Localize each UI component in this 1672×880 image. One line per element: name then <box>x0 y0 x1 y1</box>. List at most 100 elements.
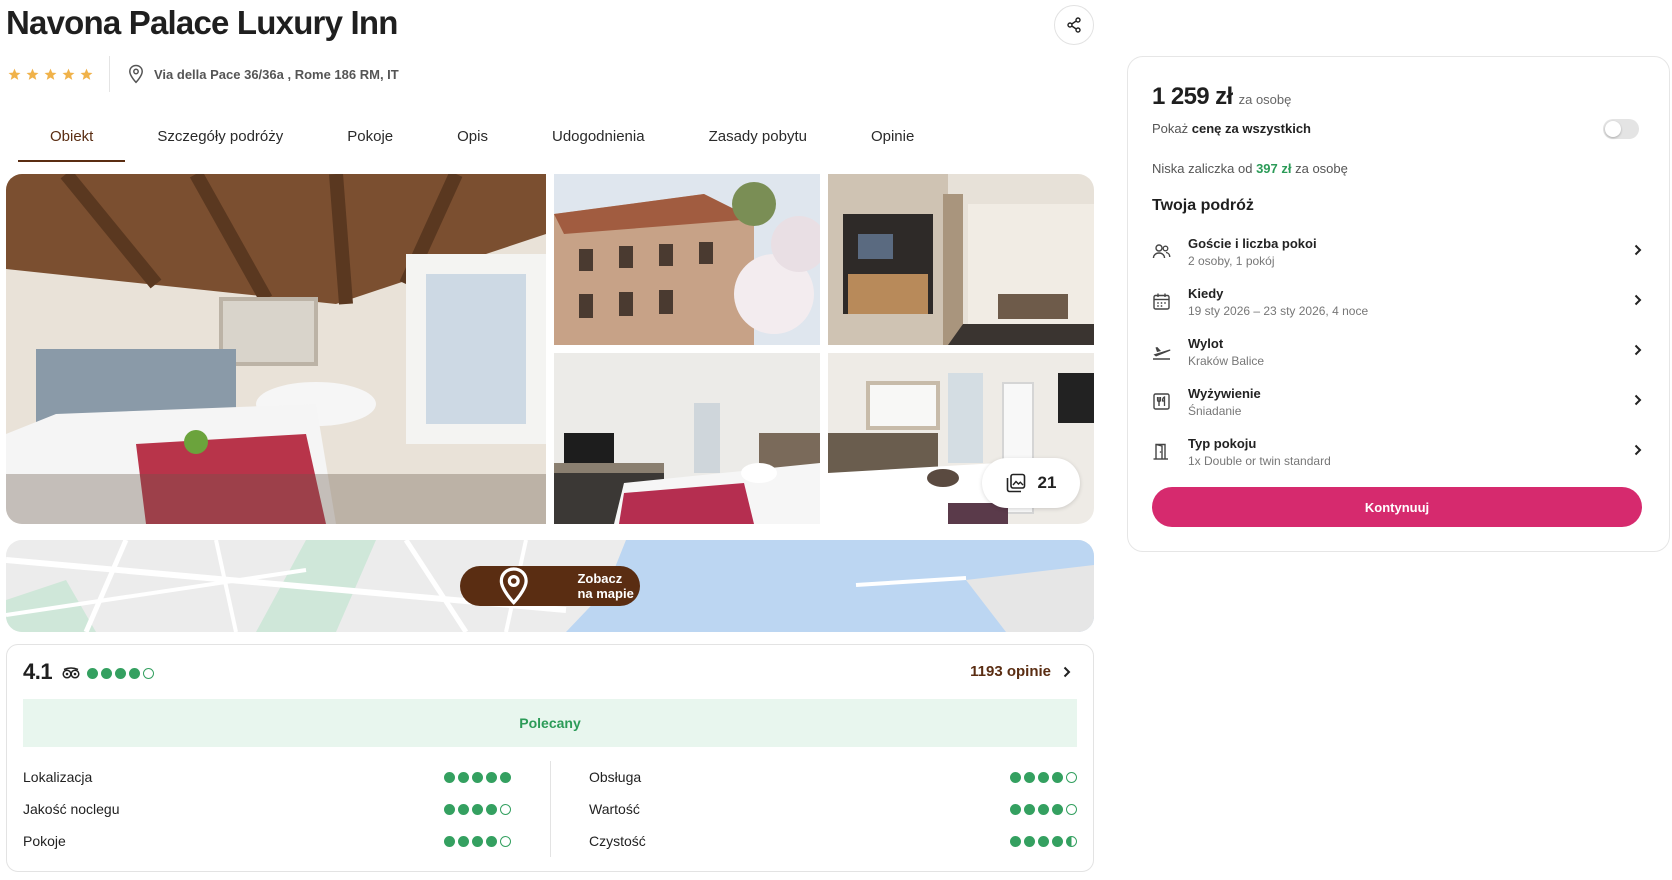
address: Via della Pace 36/36a , Rome 186 RM, IT <box>110 64 399 84</box>
review-category-row: Jakość noclegu <box>23 793 511 825</box>
rating-dot <box>1066 803 1077 815</box>
rating-dot <box>1024 835 1035 847</box>
price-suffix: za osobę <box>1238 92 1292 107</box>
rating-dot <box>1052 803 1063 815</box>
all-reviews-link[interactable]: 1193 opinie <box>970 663 1071 680</box>
review-category-dots <box>444 835 511 847</box>
photo-gallery: 21 <box>6 174 1094 524</box>
all-photos-button[interactable]: 21 <box>982 458 1080 508</box>
section-tabs: Obiekt Szczegóły podróży Pokoje Opis Udogodn… <box>18 120 946 162</box>
review-score: 4.1 <box>23 659 53 684</box>
review-count: 1193 opinie <box>970 663 1051 680</box>
review-category-dots <box>1010 835 1077 847</box>
tab-3[interactable]: Opis <box>425 120 520 162</box>
rating-dot <box>115 667 126 679</box>
rating-dot <box>486 835 497 847</box>
total-price-toggle[interactable] <box>1603 119 1639 139</box>
rating-dot <box>472 771 483 783</box>
building-exterior-photo[interactable] <box>554 174 820 345</box>
trip-item-icon-wrap <box>1152 342 1188 362</box>
price: 1 259 zł <box>1152 83 1233 110</box>
deposit-info: Niska zaliczka od 397 zł za osobę <box>1152 161 1348 176</box>
chevron-right-icon <box>1634 444 1642 456</box>
trip-item-subtitle: 19 sty 2026 – 23 sty 2026, 4 noce <box>1188 304 1369 318</box>
rating-dot <box>500 771 511 783</box>
star-icon <box>44 68 57 80</box>
reviews-summary: 4.1 1193 opinie Polecany Lokalizacja Jako… <box>6 644 1094 872</box>
page-title: Navona Palace Luxury Inn <box>6 4 398 41</box>
rating-dot <box>458 771 469 783</box>
rating-dot <box>1010 835 1021 847</box>
chevron-right-icon <box>1634 394 1642 406</box>
rating-dot <box>444 771 455 783</box>
review-category-label: Wartość <box>589 801 640 817</box>
rating-dot <box>101 667 112 679</box>
lobby-photo[interactable] <box>828 174 1094 345</box>
star-icon <box>62 68 75 80</box>
rating-dot <box>472 835 483 847</box>
trip-item-subtitle: Kraków Balice <box>1188 354 1265 368</box>
rating-dot <box>129 667 140 679</box>
hotel-room-photo[interactable] <box>6 174 546 524</box>
deposit-prefix: Niska zaliczka od <box>1152 161 1253 176</box>
tab-1[interactable]: Szczegóły podróży <box>125 120 315 162</box>
rating-dot <box>87 667 98 679</box>
bedroom-photo[interactable] <box>554 353 820 524</box>
guests-icon <box>1152 244 1171 259</box>
trip-item-icon-wrap <box>1152 242 1188 262</box>
trip-item-icon-wrap <box>1152 392 1188 412</box>
recommended-banner: Polecany <box>23 699 1077 747</box>
tab-4[interactable]: Udogodnienia <box>520 120 677 162</box>
review-category-row: Obsługa <box>589 761 1077 793</box>
review-category-label: Pokoje <box>23 833 66 849</box>
trip-item-2[interactable]: Wylot Kraków Balice <box>1152 327 1642 377</box>
review-category-label: Czystość <box>589 833 646 849</box>
review-category-dots <box>444 803 511 815</box>
show-total-prefix: Pokaż <box>1152 121 1189 136</box>
chevron-right-icon <box>1634 244 1642 256</box>
trip-item-subtitle: 2 osoby, 1 pokój <box>1188 254 1275 268</box>
show-map-button[interactable]: Zobacz na mapie <box>460 566 640 606</box>
divider <box>550 761 551 857</box>
trip-item-4[interactable]: Typ pokoju 1x Double or twin standard <box>1152 427 1642 477</box>
trip-item-0[interactable]: Goście i liczba pokoi 2 osoby, 1 pokój <box>1152 227 1642 277</box>
star-rating <box>8 56 110 92</box>
rating-dot <box>1038 835 1049 847</box>
rating-dot <box>1052 835 1063 847</box>
review-category-dots <box>1010 803 1077 815</box>
chevron-right-icon <box>1634 344 1642 356</box>
tripadvisor-dots <box>87 667 154 679</box>
tab-0[interactable]: Obiekt <box>18 120 126 162</box>
booking-panel: 1 259 zł za osobę Pokaż cenę za wszystki… <box>1127 56 1670 552</box>
rating-dot <box>1066 835 1077 847</box>
hotel-details: Navona Palace Luxury Inn Via della Pace … <box>0 0 1100 880</box>
trip-item-1[interactable]: Kiedy 19 sty 2026 – 23 sty 2026, 4 noce <box>1152 277 1642 327</box>
trip-item-text: Goście i liczba pokoi 2 osoby, 1 pokój <box>1188 236 1317 268</box>
trip-item-icon-wrap <box>1152 292 1188 312</box>
share-button[interactable] <box>1054 5 1094 45</box>
map-preview[interactable]: Zobacz na mapie <box>6 540 1094 632</box>
deposit-amount: 397 zł <box>1256 161 1292 176</box>
chevron-right-icon <box>1634 294 1642 306</box>
plane-icon <box>1153 347 1171 360</box>
review-category-row: Pokoje <box>23 825 511 857</box>
review-category-dots <box>1010 771 1077 783</box>
rating-dot <box>1038 771 1049 783</box>
location-pin-icon <box>129 64 143 84</box>
address-text: Via della Pace 36/36a , Rome 186 RM, IT <box>154 66 399 82</box>
trip-item-text: Wyżywienie Śniadanie <box>1188 386 1261 418</box>
tab-2[interactable]: Pokoje <box>315 120 425 162</box>
rating-dot <box>1052 771 1063 783</box>
location-pin-icon <box>499 567 528 605</box>
continue-button[interactable]: Kontynuuj <box>1152 487 1642 527</box>
review-category-label: Jakość noclegu <box>23 801 120 817</box>
rating-dot <box>1066 771 1077 783</box>
tab-5[interactable]: Zasady pobytu <box>677 120 839 162</box>
review-category-label: Lokalizacja <box>23 769 93 785</box>
tab-6[interactable]: Opinie <box>839 120 946 162</box>
trip-item-text: Kiedy 19 sty 2026 – 23 sty 2026, 4 noce <box>1188 286 1368 318</box>
trip-item-3[interactable]: Wyżywienie Śniadanie <box>1152 377 1642 427</box>
trip-heading: Twoja podróż <box>1152 197 1254 214</box>
review-category-row: Czystość <box>589 825 1077 857</box>
trip-item-subtitle: Śniadanie <box>1188 404 1242 418</box>
